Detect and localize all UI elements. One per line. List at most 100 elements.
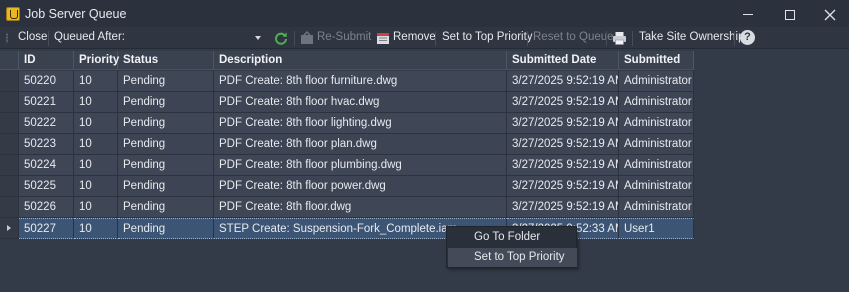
toolbar-separator — [527, 31, 528, 46]
cell-submitted-by: Administrator — [619, 176, 694, 197]
table-row[interactable]: 50221 10 Pending PDF Create: 8th floor hvac… — [0, 92, 694, 113]
cell-submitted-by: Administrator — [619, 71, 694, 92]
set-top-priority-button[interactable]: Set to Top Priority — [442, 31, 533, 43]
toolbar-separator — [294, 31, 295, 46]
column-header-id[interactable]: ID — [19, 51, 74, 70]
column-header-submitted-date[interactable]: Submitted Date — [507, 51, 619, 70]
cell-description: PDF Create: 8th floor hvac.dwg — [214, 92, 507, 113]
toolbar: Close Queued After: Re-Submit Remove Set… — [0, 27, 849, 49]
window-title: Job Server Queue — [25, 7, 127, 21]
toolbar-separator — [48, 31, 49, 46]
table-row[interactable]: 50227 10 Pending STEP Create: Suspension-Fo… — [0, 218, 694, 239]
cell-submitted-date: 3/27/2025 9:52:19 AM — [507, 92, 619, 113]
cell-submitted-date: 3/27/2025 9:52:19 AM — [507, 197, 619, 218]
row-selector[interactable] — [0, 92, 19, 113]
column-header-status[interactable]: Status — [118, 51, 214, 70]
row-selector[interactable] — [0, 134, 19, 155]
column-header-description[interactable]: Description — [214, 51, 507, 70]
row-selector[interactable] — [0, 176, 19, 197]
remove-icon — [377, 33, 389, 44]
cell-description: PDF Create: 8th floor plumbing.dwg — [214, 155, 507, 176]
cell-description: PDF Create: 8th floor plan.dwg — [214, 134, 507, 155]
toolbar-separator — [606, 31, 607, 46]
cell-description: PDF Create: 8th floor furniture.dwg — [214, 71, 507, 92]
cell-status: Pending — [118, 134, 214, 155]
table-row[interactable]: 50225 10 Pending PDF Create: 8th floor powe… — [0, 176, 694, 197]
cell-submitted-by: Administrator — [619, 155, 694, 176]
column-header-priority[interactable]: Priority — [74, 51, 119, 70]
print-icon[interactable] — [612, 31, 627, 45]
cell-priority: 10 — [74, 134, 118, 155]
current-row-indicator-icon — [7, 225, 11, 231]
cell-submitted-date: 3/27/2025 9:52:19 AM — [507, 71, 619, 92]
title-bar: Job Server Queue — [0, 0, 849, 29]
cell-submitted-by: Administrator — [619, 113, 694, 134]
cell-status: Pending — [118, 71, 214, 92]
remove-button[interactable]: Remove — [393, 31, 436, 43]
cell-description: PDF Create: 8th floor lighting.dwg — [214, 113, 507, 134]
toolbar-grip-icon[interactable] — [6, 33, 8, 43]
table-row[interactable]: 50223 10 Pending PDF Create: 8th floor plan… — [0, 134, 694, 155]
cell-id: 50220 — [19, 71, 74, 92]
minimize-button[interactable] — [728, 0, 768, 29]
table-row[interactable]: 50224 10 Pending PDF Create: 8th floor plum… — [0, 155, 694, 176]
cell-id: 50227 — [19, 218, 74, 239]
cell-submitted-by: Administrator — [619, 92, 694, 113]
toolbar-separator — [435, 31, 436, 46]
close-button[interactable]: Close — [18, 31, 47, 43]
cell-priority: 10 — [74, 92, 118, 113]
cell-submitted-date: 3/27/2025 9:52:19 AM — [507, 155, 619, 176]
cell-submitted-date: 3/27/2025 9:52:19 AM — [507, 113, 619, 134]
cell-description: PDF Create: 8th floor.dwg — [214, 197, 507, 218]
cell-priority: 10 — [74, 71, 118, 92]
context-menu: Go To Folder Set to Top Priority — [446, 226, 577, 268]
context-menu-go-to-folder[interactable]: Go To Folder — [448, 228, 577, 247]
cell-submitted-by: User1 — [619, 218, 694, 239]
toolbar-separator — [734, 31, 735, 46]
cell-id: 50224 — [19, 155, 74, 176]
row-selector[interactable] — [0, 218, 19, 239]
close-icon — [824, 9, 836, 20]
cell-priority: 10 — [74, 113, 118, 134]
resubmit-icon — [301, 31, 313, 44]
row-selector[interactable] — [0, 155, 19, 176]
maximize-icon — [785, 9, 795, 20]
cell-priority: 10 — [74, 218, 118, 239]
queued-after-dropdown[interactable] — [121, 30, 265, 47]
cell-submitted-by: Administrator — [619, 197, 694, 218]
table-row[interactable]: 50220 10 Pending PDF Create: 8th floor furn… — [0, 71, 694, 92]
cell-submitted-by: Administrator — [619, 134, 694, 155]
cell-status: Pending — [118, 176, 214, 197]
queued-after-label: Queued After: — [54, 31, 125, 43]
header-row-selector — [0, 51, 19, 70]
row-selector[interactable] — [0, 71, 19, 92]
toolbar-separator — [632, 31, 633, 46]
close-window-button[interactable] — [810, 0, 849, 29]
maximize-button[interactable] — [770, 0, 810, 29]
resubmit-button[interactable]: Re-Submit — [317, 31, 371, 43]
reset-to-queue-button[interactable]: Reset to Queue — [533, 31, 614, 43]
cell-description: PDF Create: 8th floor power.dwg — [214, 176, 507, 197]
row-selector[interactable] — [0, 197, 19, 218]
table-row[interactable]: 50222 10 Pending PDF Create: 8th floor ligh… — [0, 113, 694, 134]
job-queue-grid: ID Priority Status Description Submitted… — [0, 49, 849, 292]
refresh-icon[interactable] — [274, 31, 288, 45]
cell-id: 50226 — [19, 197, 74, 218]
cell-id: 50225 — [19, 176, 74, 197]
table-row[interactable]: 50226 10 Pending PDF Create: 8th floor.dwg 3… — [0, 197, 694, 218]
vault-app-icon — [6, 7, 20, 21]
cell-status: Pending — [118, 197, 214, 218]
cell-status: Pending — [118, 92, 214, 113]
cell-submitted-date: 3/27/2025 9:52:19 AM — [507, 134, 619, 155]
chevron-down-icon — [255, 36, 261, 40]
help-icon[interactable]: ? — [740, 30, 755, 45]
context-menu-set-top-priority[interactable]: Set to Top Priority — [448, 248, 577, 267]
grid-header: ID Priority Status Description Submitted… — [0, 51, 694, 85]
minimize-icon — [743, 14, 753, 15]
cell-status: Pending — [118, 218, 214, 239]
cell-priority: 10 — [74, 176, 118, 197]
column-header-submitted-by[interactable]: Submitted By — [619, 51, 694, 85]
row-selector[interactable] — [0, 113, 19, 134]
cell-priority: 10 — [74, 197, 118, 218]
take-site-ownership-button[interactable]: Take Site Ownership — [639, 31, 744, 43]
